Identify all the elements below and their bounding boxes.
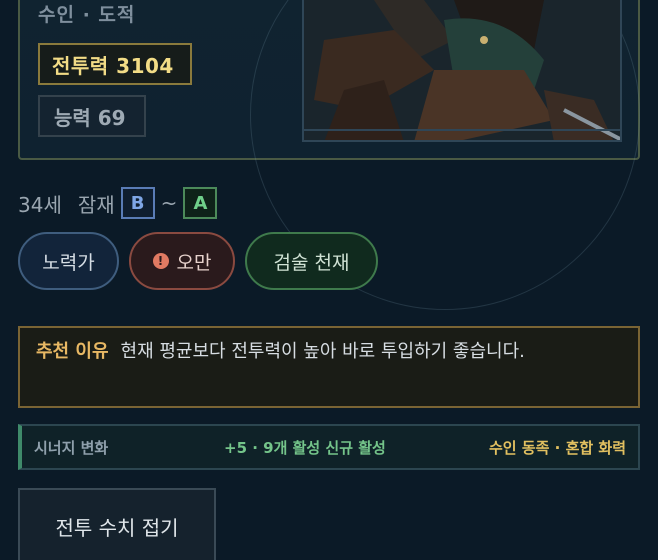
trait-tag-label: 노력가 <box>42 251 95 274</box>
warning-icon: ! <box>152 253 169 269</box>
recommendation-label: 추천 이유 <box>36 341 109 362</box>
ability-badge: 능력 69 <box>38 95 146 137</box>
recommendation-box: 추천 이유 현재 평균보다 전투력이 높아 바로 투입하기 좋습니다. <box>18 326 640 408</box>
fold-stats-button[interactable]: 전투 수치 접기 <box>18 488 216 560</box>
trait-tag-arrogant[interactable]: ! 오만 <box>129 232 235 290</box>
combat-power-badge: 전투력 3104 <box>38 43 192 85</box>
synergy-tags: 수인 동족 · 혼합 화력 <box>489 438 626 457</box>
trait-tags: 노력가 ! 오만 검술 천재 <box>18 232 378 290</box>
rogue-portrait-icon <box>304 0 620 140</box>
trait-tag-sword-genius[interactable]: 검술 천재 <box>245 232 378 290</box>
character-portrait <box>302 0 622 142</box>
age-text: 34세 <box>18 192 62 217</box>
recommendation-text: 현재 평균보다 전투력이 높아 바로 투입하기 좋습니다. <box>120 341 525 362</box>
synergy-change: +5 · 9개 활성 신규 활성 <box>224 438 386 457</box>
age-potential-row: 34세 잠재 B ~ A <box>18 186 218 220</box>
potential-label: 잠재 <box>77 192 115 217</box>
class-subtitle: 수인 · 도적 <box>38 4 136 26</box>
potential-from-grade: B <box>120 187 155 219</box>
potential-separator: ~ <box>160 191 178 215</box>
trait-tag-hardworker[interactable]: 노력가 <box>18 232 119 290</box>
potential-to-grade: A <box>183 187 218 219</box>
trait-tag-label: 오만 <box>176 251 212 274</box>
synergy-panel: 시너지 변화 +5 · 9개 활성 신규 활성 수인 동족 · 혼합 화력 <box>18 424 640 470</box>
synergy-label: 시너지 변화 <box>34 438 109 457</box>
trait-tag-label: 검술 천재 <box>273 251 350 274</box>
